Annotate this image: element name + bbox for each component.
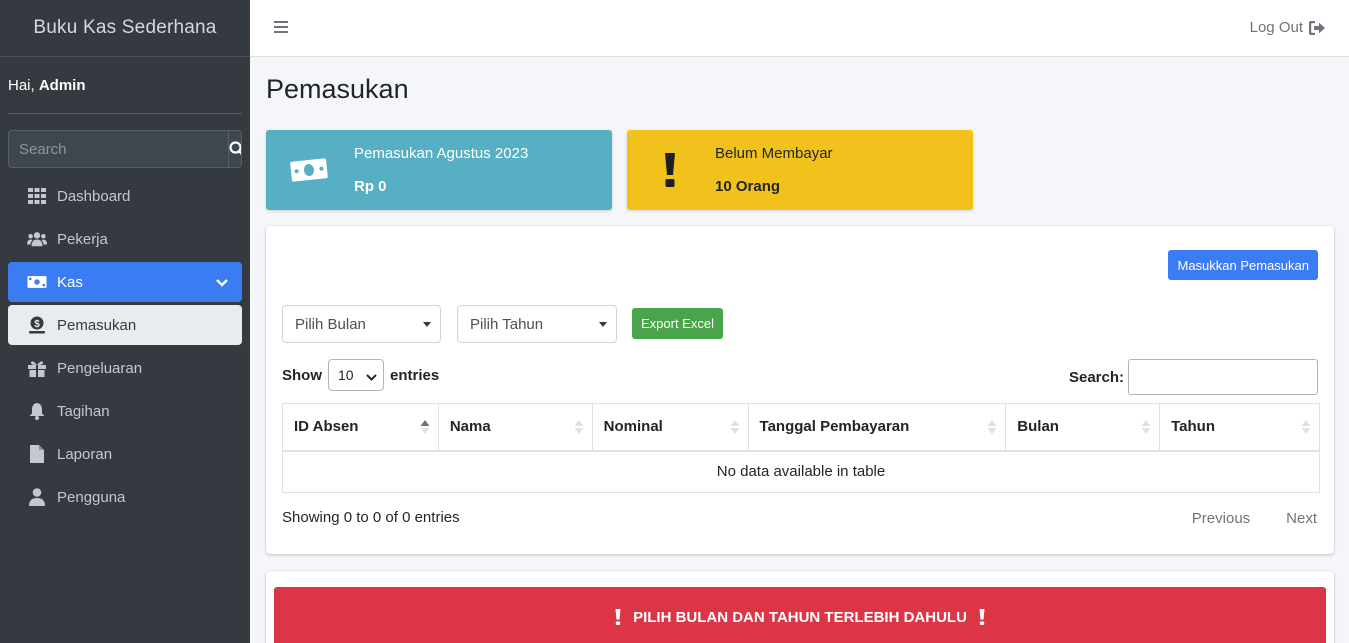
caret-down-icon bbox=[599, 322, 607, 327]
column-header-label: Nominal bbox=[603, 418, 663, 436]
search-label: Search: bbox=[1068, 368, 1124, 386]
sidebar-item-kas[interactable]: Kas bbox=[8, 262, 242, 302]
bell-icon bbox=[27, 402, 47, 420]
sidebar-item-pengeluaran[interactable]: Pengeluaran bbox=[8, 348, 242, 388]
info-box-value: Rp 0 bbox=[354, 178, 387, 195]
column-header-label: ID Absen bbox=[294, 418, 359, 436]
sidebar-item-pekerja[interactable]: Pekerja bbox=[8, 219, 242, 259]
users-icon bbox=[27, 230, 47, 248]
info-box-value: 10 Orang bbox=[715, 178, 781, 195]
info-box-label: Belum Membayar bbox=[715, 145, 833, 162]
sidebar-item-label: Pengeluaran bbox=[57, 359, 143, 377]
caret-down-icon bbox=[423, 322, 431, 327]
sidebar-item-label: Kas bbox=[57, 273, 83, 291]
table-search: Search: bbox=[1069, 359, 1318, 395]
exclamation-icon bbox=[649, 152, 691, 188]
column-header-bulan[interactable]: Bulan bbox=[1005, 403, 1161, 452]
svg-text:$: $ bbox=[34, 319, 40, 330]
sidebar-item-label: Pekerja bbox=[57, 230, 108, 248]
sort-icon bbox=[987, 419, 997, 439]
sidebar-search-input[interactable] bbox=[9, 131, 228, 167]
user-name: Admin bbox=[38, 76, 86, 94]
sidebar: Buku Kas Sederhana Hai, Admin Dashboard … bbox=[0, 0, 250, 643]
page-title: Pemasukan bbox=[266, 74, 409, 104]
sidebar-item-label: Pengguna bbox=[57, 488, 126, 506]
column-header-nominal[interactable]: Nominal bbox=[591, 403, 749, 452]
table-info: Showing 0 to 0 of 0 entries bbox=[282, 509, 460, 526]
sidebar-item-label: Dashboard bbox=[57, 187, 131, 205]
add-income-button[interactable]: Masukkan Pemasukan bbox=[1168, 250, 1318, 280]
column-header-label: Nama bbox=[449, 418, 491, 436]
sidebar-item-dashboard[interactable]: Dashboard bbox=[8, 176, 242, 216]
logout-label: Log Out bbox=[1249, 19, 1303, 36]
chevron-down-icon bbox=[216, 275, 228, 292]
sidebar-item-laporan[interactable]: Laporan bbox=[8, 434, 242, 474]
info-box-income: Pemasukan Agustus 2023 Rp 0 bbox=[266, 130, 612, 210]
sidebar-item-tagihan[interactable]: Tagihan bbox=[8, 391, 242, 431]
entries-length: Show 10 entries bbox=[282, 359, 439, 391]
search-icon bbox=[229, 141, 241, 155]
alert-message: PILIH BULAN DAN TAHUN TERLEBIH DAHULU bbox=[633, 608, 967, 626]
sidebar-nav: Dashboard Pekerja Kas $ Pemasukan Pengel… bbox=[8, 176, 242, 520]
file-icon bbox=[27, 445, 47, 463]
sidebar-item-pengguna[interactable]: Pengguna bbox=[8, 477, 242, 517]
sign-out-icon bbox=[1309, 20, 1325, 35]
show-label: Show bbox=[282, 366, 322, 384]
year-select-value: Pilih Tahun bbox=[470, 315, 544, 333]
sort-asc-icon bbox=[420, 419, 430, 439]
exclamation-icon bbox=[979, 609, 985, 625]
exclamation-icon bbox=[615, 609, 621, 625]
month-select-value: Pilih Bulan bbox=[295, 315, 366, 333]
year-select[interactable]: Pilih Tahun bbox=[457, 305, 617, 343]
warning-alert: PILIH BULAN DAN TAHUN TERLEBIH DAHULU bbox=[274, 587, 1326, 643]
sidebar-item-label: Laporan bbox=[57, 445, 113, 463]
money-bill-icon bbox=[288, 152, 330, 188]
sort-icon bbox=[730, 419, 740, 439]
table-search-input[interactable] bbox=[1128, 359, 1318, 395]
sort-icon bbox=[574, 419, 584, 439]
column-header-id-absen[interactable]: ID Absen bbox=[282, 403, 439, 452]
income-card: Masukkan Pemasukan Pilih Bulan Pilih Tah… bbox=[266, 226, 1334, 554]
sidebar-item-pemasukan[interactable]: $ Pemasukan bbox=[8, 305, 242, 345]
entries-value: 10 bbox=[338, 367, 354, 383]
user-icon bbox=[27, 488, 47, 506]
income-table: ID Absen Nama Nominal Tanggal Pembayaran… bbox=[282, 403, 1320, 493]
money-icon bbox=[27, 273, 47, 291]
sort-icon bbox=[1141, 419, 1151, 439]
brand-title[interactable]: Buku Kas Sederhana bbox=[0, 0, 250, 57]
entries-label: entries bbox=[390, 366, 440, 384]
sort-icon bbox=[1301, 419, 1311, 439]
column-header-label: Tanggal Pembayaran bbox=[759, 418, 910, 436]
grid-icon bbox=[27, 187, 47, 205]
dollar-hand-icon: $ bbox=[27, 316, 47, 334]
sidebar-search-button[interactable] bbox=[228, 131, 241, 167]
entries-select[interactable]: 10 bbox=[328, 359, 384, 391]
pagination: Previous Next bbox=[1192, 510, 1317, 527]
gift-icon bbox=[27, 359, 47, 377]
column-header-tanggal-pembayaran[interactable]: Tanggal Pembayaran bbox=[747, 403, 1007, 452]
column-header-label: Tahun bbox=[1171, 418, 1216, 436]
column-header-tahun[interactable]: Tahun bbox=[1159, 403, 1320, 452]
alert-card: PILIH BULAN DAN TAHUN TERLEBIH DAHULU bbox=[266, 571, 1334, 643]
logout-link[interactable]: Log Out bbox=[1250, 19, 1325, 36]
month-select[interactable]: Pilih Bulan bbox=[282, 305, 441, 343]
info-box-label: Pemasukan Agustus 2023 bbox=[354, 145, 529, 162]
table-header-row: ID Absen Nama Nominal Tanggal Pembayaran… bbox=[282, 403, 1320, 452]
greeting-text: Hai, bbox=[8, 76, 39, 94]
export-excel-button[interactable]: Export Excel bbox=[632, 308, 723, 339]
chevron-down-icon bbox=[366, 369, 377, 385]
user-panel: Hai, Admin bbox=[8, 57, 242, 114]
table-row: No data available in table bbox=[282, 450, 1320, 493]
sidebar-item-label: Tagihan bbox=[57, 402, 110, 420]
empty-table-message: No data available in table bbox=[282, 450, 1320, 493]
sidebar-search bbox=[8, 130, 242, 168]
column-header-nama[interactable]: Nama bbox=[437, 403, 593, 452]
next-button[interactable]: Next bbox=[1286, 510, 1317, 527]
previous-button[interactable]: Previous bbox=[1192, 510, 1250, 527]
hamburger-menu-icon[interactable] bbox=[274, 20, 288, 38]
sidebar-item-label: Pemasukan bbox=[57, 316, 137, 334]
column-header-label: Bulan bbox=[1017, 418, 1059, 436]
top-navbar: Log Out bbox=[250, 0, 1349, 57]
info-box-unpaid: Belum Membayar 10 Orang bbox=[627, 130, 973, 210]
